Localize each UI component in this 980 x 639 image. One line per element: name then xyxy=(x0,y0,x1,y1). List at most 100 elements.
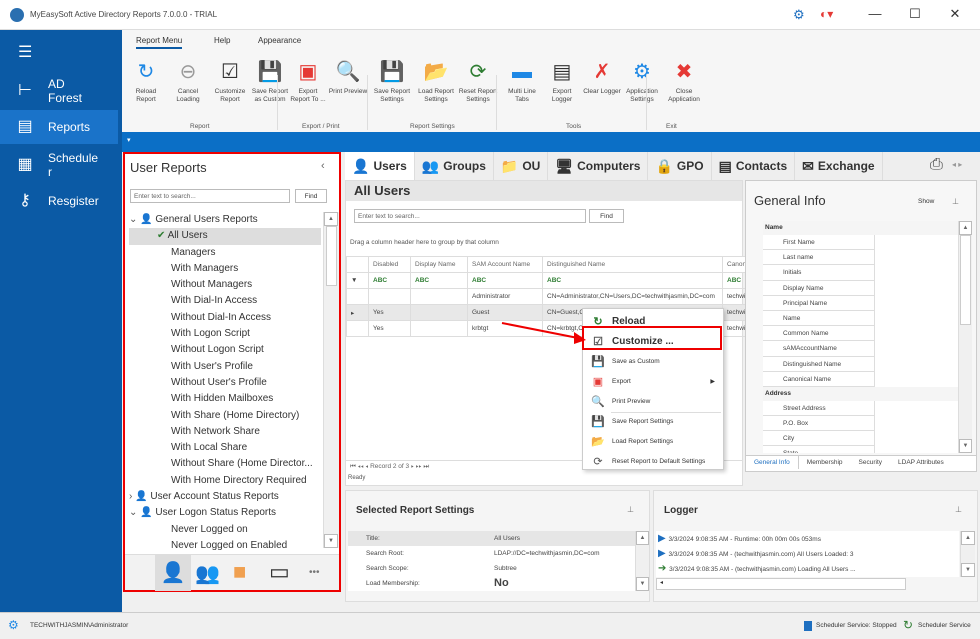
tree-item[interactable]: With Dial-In Access xyxy=(129,293,321,309)
chevron-down-icon[interactable]: ▾ xyxy=(127,136,131,144)
show-button[interactable]: Show xyxy=(918,198,934,205)
report-search-input[interactable]: Enter text to search... xyxy=(130,189,290,203)
tab-scroll-arrows[interactable]: ◂ ▸ xyxy=(952,160,962,169)
reload-button[interactable]: ↻ Reload Report xyxy=(126,60,166,104)
maximize-button[interactable]: ☐ xyxy=(900,6,930,22)
tree-group[interactable]: ⌄ 👤 User Logon Status Reports xyxy=(129,505,321,521)
section-header[interactable]: Name xyxy=(763,221,959,235)
pin-icon[interactable]: ⊥ xyxy=(952,197,959,206)
tree-group[interactable]: › 👤 User Account Status Reports xyxy=(129,489,321,505)
tab-report-menu[interactable]: Report Menu xyxy=(136,36,183,49)
general-info-scrollbar[interactable]: ▲ ▼ xyxy=(958,221,972,453)
menu-item-reset-report-to-default-settings[interactable]: ⟳ Reset Report to Default Settings xyxy=(583,451,723,471)
tab-contacts[interactable]: ▤ Contacts xyxy=(712,152,796,180)
save-custom-button[interactable]: 💾 Save Report as Custom xyxy=(250,60,290,104)
menu-item-print-preview[interactable]: 🔍 Print Preview xyxy=(583,391,723,411)
tab-appearance[interactable]: Appearance xyxy=(258,36,301,45)
minimize-button[interactable]: — xyxy=(860,6,890,21)
tree-item[interactable]: With Local Share xyxy=(129,440,321,456)
menu-item-save-as-custom[interactable]: 💾 Save as Custom xyxy=(583,351,723,371)
tree-item[interactable]: Without Logon Script xyxy=(129,342,321,358)
print-preview-button[interactable]: 🔍 Print Preview xyxy=(328,60,368,96)
close-app-button[interactable]: ✖ Close Application xyxy=(664,60,704,104)
info-tab[interactable]: LDAP Attributes xyxy=(890,456,952,469)
tab-computers[interactable]: 🖥 Computers xyxy=(548,152,649,180)
tree-item[interactable]: Without Managers xyxy=(129,277,321,293)
load-settings-button[interactable]: 📂 Load Report Settings xyxy=(416,60,456,104)
table-row[interactable]: Administrator CN=Administrator,CN=Users,D… xyxy=(346,288,753,305)
sidebar-item-scheduler[interactable]: ▦ Schedule r xyxy=(0,148,122,182)
tree-item[interactable]: With Network Share xyxy=(129,424,321,440)
info-tab[interactable]: General Info xyxy=(746,456,799,469)
settings-scrollbar[interactable]: ▲ ▼ xyxy=(635,531,649,591)
gear-button[interactable]: ⚙ Application Settings xyxy=(622,60,662,104)
chevron-down-icon[interactable]: ⌄ xyxy=(129,214,140,225)
tab-gpo[interactable]: 🔒 GPO xyxy=(648,152,712,180)
tree-item[interactable]: With Home Directory Required xyxy=(129,473,321,489)
tree-group[interactable]: ⌄ 👤 General Users Reports xyxy=(129,212,321,228)
tree-item[interactable]: With Share (Home Directory) xyxy=(129,408,321,424)
menu-item-load-report-settings[interactable]: 📂 Load Report Settings xyxy=(583,431,723,451)
gear-icon[interactable]: ⚙ xyxy=(8,618,19,632)
tab-help[interactable]: Help xyxy=(214,36,230,45)
tree-item[interactable]: ✔ All Users xyxy=(129,228,321,245)
collapse-panel-icon[interactable]: ‹ xyxy=(321,160,325,172)
log-button[interactable]: ▤ Export Logger xyxy=(542,60,582,104)
column-header[interactable]: Display Name xyxy=(410,256,468,273)
column-header[interactable]: SAM Account Name xyxy=(467,256,543,273)
user-icon[interactable]: 👤 xyxy=(155,555,191,591)
tree-item[interactable]: With Logon Script xyxy=(129,326,321,342)
filter-cell[interactable]: ABC xyxy=(467,272,543,289)
gear-icon[interactable]: ⚙ xyxy=(793,7,805,23)
pdf-button[interactable]: ▣ Export Report To ... xyxy=(288,60,328,104)
multiline-tabs-button[interactable]: ▬ Multi Line Tabs xyxy=(502,60,542,104)
tree-item[interactable]: With Managers xyxy=(129,261,321,277)
filter-cell[interactable]: ABC xyxy=(542,272,723,289)
column-header[interactable]: Disabled xyxy=(368,256,411,273)
menu-item-save-report-settings[interactable]: 💾 Save Report Settings xyxy=(583,411,723,431)
pin-icon[interactable]: ⊥ xyxy=(955,505,962,514)
menu-item-export[interactable]: ▣ Export ▶ xyxy=(583,371,723,391)
sidebar-item-register[interactable]: ⚷ Resgister xyxy=(0,184,122,218)
tree-item[interactable]: With User's Profile xyxy=(129,359,321,375)
service-icon[interactable]: ↻ xyxy=(903,618,913,632)
computer-icon[interactable]: ▭ xyxy=(269,559,290,585)
cancel-button[interactable]: ⊖ Cancel Loading xyxy=(168,60,208,104)
filter-cell[interactable]: ABC xyxy=(368,272,411,289)
save-settings-button[interactable]: 💾 Save Report Settings xyxy=(372,60,412,104)
filter-icon[interactable]: ▼ xyxy=(346,272,369,289)
logger-hscrollbar[interactable]: ◂ xyxy=(656,578,906,590)
tree-item[interactable]: Without Share (Home Director... xyxy=(129,456,321,472)
filter-cell[interactable]: ABC xyxy=(410,272,468,289)
close-button[interactable]: ✕ xyxy=(940,6,970,22)
tree-item[interactable]: Without Dial-In Access xyxy=(129,310,321,326)
tree-item[interactable]: Never Logged on Enabled xyxy=(129,538,321,554)
print-icon[interactable]: ⎙ xyxy=(930,156,943,174)
logger-scrollbar[interactable]: ▲ ▼ xyxy=(960,531,975,577)
chevron-down-icon[interactable]: ⌄ xyxy=(129,507,140,518)
clear-logger-button[interactable]: ✗ Clear Logger xyxy=(582,60,622,96)
group-icon[interactable]: 👥 xyxy=(195,561,220,586)
tab-ou[interactable]: 📁 OU xyxy=(494,152,549,180)
tab-users[interactable]: 👤 Users xyxy=(345,152,415,180)
find-button[interactable]: Find xyxy=(295,189,327,203)
scheduler-service[interactable]: Scheduler Service xyxy=(918,622,971,629)
column-header[interactable]: Distinguished Name xyxy=(542,256,723,273)
tab-exchange[interactable]: ✉ Exchange xyxy=(795,152,883,180)
folder-icon[interactable]: ■ xyxy=(233,559,246,585)
sidebar-item-reports[interactable]: ▤ Reports xyxy=(0,110,118,144)
tree-item[interactable]: Never Logged on xyxy=(129,522,321,538)
tab-groups[interactable]: 👥 Groups xyxy=(415,152,494,180)
sidebar-item-ad-forest[interactable]: ⊢ AD Forest xyxy=(0,74,122,108)
tree-scrollbar[interactable]: ▲ ▼ xyxy=(323,212,339,548)
info-tab[interactable]: Membership xyxy=(799,456,851,469)
info-tab[interactable]: Security xyxy=(851,456,890,469)
tree-item[interactable]: Without User's Profile xyxy=(129,375,321,391)
theme-icon[interactable]: ◐▾ xyxy=(820,7,833,21)
tree-item[interactable]: With Hidden Mailboxes xyxy=(129,391,321,407)
tree-item[interactable]: Managers xyxy=(129,245,321,261)
pin-icon[interactable]: ⊥ xyxy=(627,505,634,514)
grid-search-input[interactable]: Enter text to search... xyxy=(354,209,586,223)
customize-button[interactable]: ☑ Customize Report xyxy=(210,60,250,104)
grid-find-button[interactable]: Find xyxy=(589,209,624,223)
